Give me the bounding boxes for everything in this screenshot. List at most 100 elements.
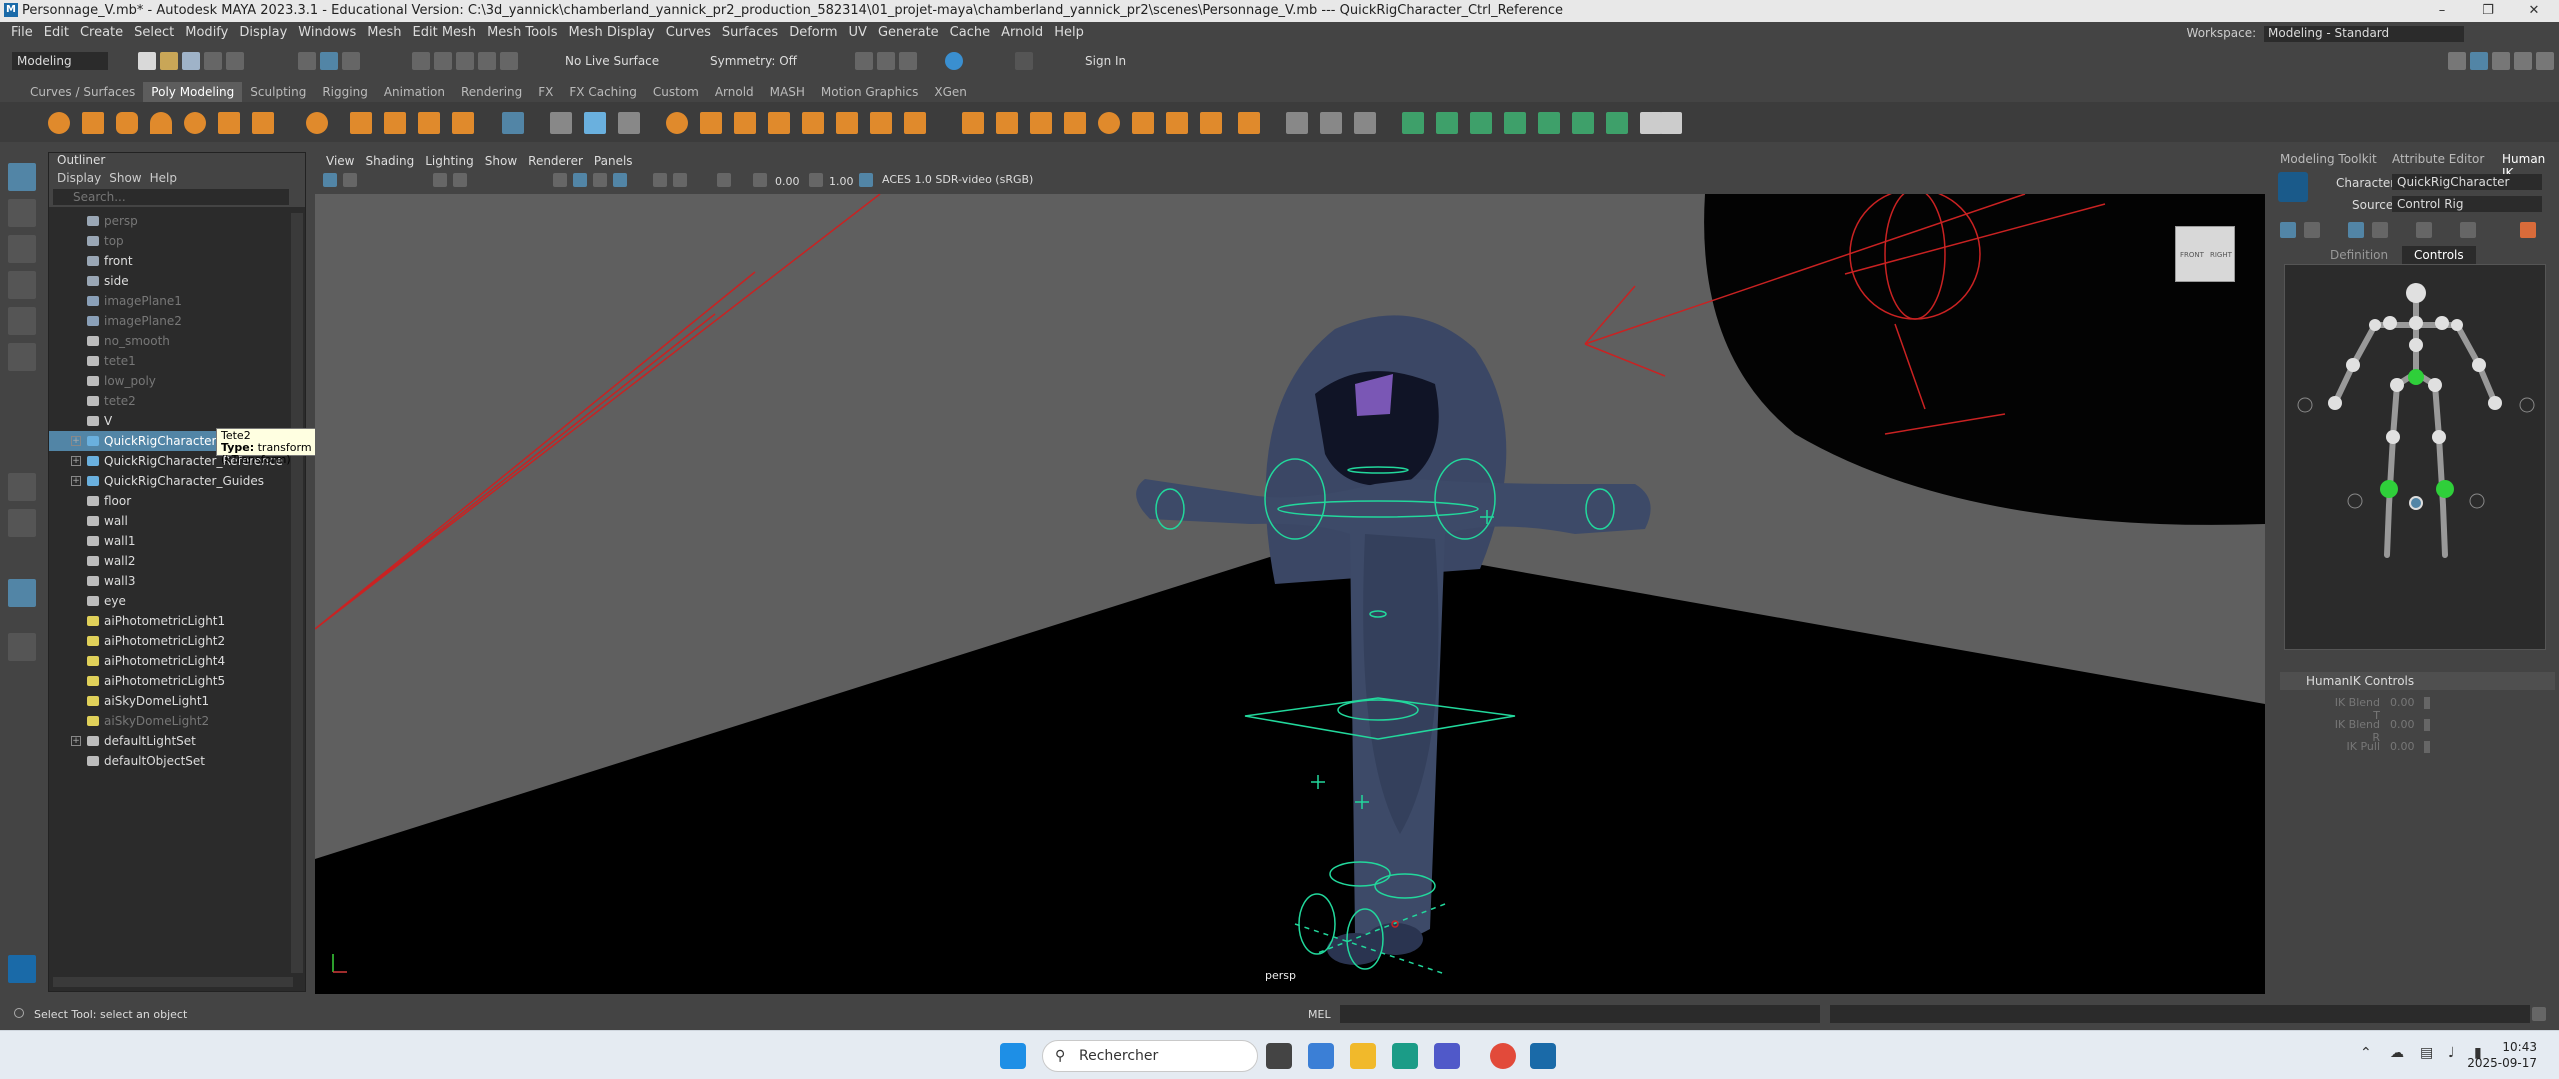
- menu-file[interactable]: File: [11, 25, 33, 40]
- outliner-item[interactable]: defaultObjectSet: [49, 751, 305, 771]
- outliner-item[interactable]: aiSkyDomeLight1: [49, 691, 305, 711]
- menu-edit[interactable]: Edit: [44, 25, 69, 40]
- snap-point-icon[interactable]: [456, 52, 474, 70]
- outliner-menu-show[interactable]: Show: [109, 171, 141, 185]
- rotate-tool-icon[interactable]: [8, 307, 36, 335]
- pause-icon[interactable]: [1015, 52, 1033, 70]
- poly-cube-icon[interactable]: [82, 112, 104, 134]
- outliner-scrollbar[interactable]: [291, 213, 303, 973]
- redo-icon[interactable]: [226, 52, 244, 70]
- uv-checker-icon[interactable]: [1640, 112, 1662, 134]
- separate-icon[interactable]: [584, 112, 606, 134]
- smooth-shade-icon[interactable]: [573, 173, 587, 187]
- combine-icon[interactable]: [666, 112, 688, 134]
- outliner-item[interactable]: wall1: [49, 531, 305, 551]
- edge-icon[interactable]: [1392, 1043, 1418, 1069]
- select-component-icon[interactable]: [342, 52, 360, 70]
- layout-channel-icon[interactable]: [2536, 52, 2554, 70]
- snap-grid-icon[interactable]: [412, 52, 430, 70]
- ipr-render-icon[interactable]: [877, 52, 895, 70]
- outliner-item[interactable]: top: [49, 231, 305, 251]
- outliner-item[interactable]: wall2: [49, 551, 305, 571]
- move-tool-icon[interactable]: [8, 271, 36, 299]
- poly-torus-icon[interactable]: [184, 112, 206, 134]
- volume-icon[interactable]: ♩: [2448, 1045, 2455, 1061]
- select-tool-icon[interactable]: [8, 163, 36, 191]
- outliner-item[interactable]: aiSkyDomeLight2: [49, 711, 305, 731]
- menu-mesh[interactable]: Mesh: [367, 25, 401, 40]
- outliner-item[interactable]: aiPhotometricLight4: [49, 651, 305, 671]
- shelf-tab-custom[interactable]: Custom: [645, 82, 707, 102]
- workspace-selector[interactable]: Workspace: Modeling - Standard: [2187, 26, 2464, 42]
- extract-icon[interactable]: [700, 112, 722, 134]
- expand-icon[interactable]: +: [71, 456, 81, 466]
- gamma-value[interactable]: 1.00: [829, 175, 854, 188]
- layout-outliner-icon[interactable]: [2514, 52, 2532, 70]
- outliner-item[interactable]: imagePlane1: [49, 291, 305, 311]
- uv-planar-icon[interactable]: [1402, 112, 1424, 134]
- symmetry-dropdown[interactable]: Symmetry: Off: [705, 52, 805, 70]
- maya-home-icon[interactable]: [8, 955, 36, 983]
- poly-cylinder-icon[interactable]: [116, 112, 138, 134]
- snap-view-icon[interactable]: [478, 52, 496, 70]
- exposure-icon[interactable]: [753, 173, 767, 187]
- retopo-icon[interactable]: [870, 112, 892, 134]
- textured-icon[interactable]: [593, 173, 607, 187]
- menu-generate[interactable]: Generate: [878, 25, 939, 40]
- taskbar-clock[interactable]: 10:43 2025-09-17: [2467, 1039, 2537, 1071]
- slider-handle[interactable]: [2424, 741, 2430, 753]
- ik-select-icon[interactable]: [2280, 222, 2296, 238]
- viewcube-right[interactable]: RIGHT: [2210, 251, 2232, 259]
- wireframe-icon[interactable]: [553, 173, 567, 187]
- vp-menu-renderer[interactable]: Renderer: [528, 154, 583, 168]
- outliner-layout-icon[interactable]: [8, 579, 36, 607]
- shelf-tab-motion-graphics[interactable]: Motion Graphics: [813, 82, 927, 102]
- ik-settings-icon[interactable]: [2520, 222, 2536, 238]
- outliner-menu-help[interactable]: Help: [150, 171, 177, 185]
- expand-icon[interactable]: +: [71, 736, 81, 746]
- sign-in-button[interactable]: Sign In: [1080, 52, 1200, 70]
- svg-icon[interactable]: [452, 112, 474, 134]
- platonic-icon[interactable]: [306, 112, 328, 134]
- render-icon[interactable]: [855, 52, 873, 70]
- ik-pin-icon[interactable]: [2460, 222, 2476, 238]
- poly-disc-icon[interactable]: [252, 112, 274, 134]
- super-shape-icon[interactable]: [350, 112, 372, 134]
- sculpt-icon[interactable]: [1286, 112, 1308, 134]
- relax-icon[interactable]: [1354, 112, 1376, 134]
- viewcube-icon[interactable]: FRONT RIGHT: [2175, 226, 2235, 282]
- shelf-tab-fx-caching[interactable]: FX Caching: [561, 82, 644, 102]
- color-mgmt-icon[interactable]: [859, 173, 873, 187]
- uv-spherical-icon[interactable]: [1470, 112, 1492, 134]
- shadows-icon[interactable]: [653, 173, 667, 187]
- hik-controls-header[interactable]: HumanIK Controls: [2280, 672, 2555, 690]
- slider-value[interactable]: 0.00: [2390, 718, 2415, 731]
- file-explorer-icon[interactable]: [1350, 1043, 1376, 1069]
- menu-surfaces[interactable]: Surfaces: [722, 25, 778, 40]
- viewcube-front[interactable]: FRONT: [2180, 251, 2204, 259]
- close-icon[interactable]: ✕: [2511, 0, 2557, 22]
- task-view-icon[interactable]: [1266, 1043, 1292, 1069]
- uv-layout-icon[interactable]: [1606, 112, 1628, 134]
- ik-selection-icon[interactable]: [2372, 222, 2388, 238]
- slider-value[interactable]: 0.00: [2390, 696, 2415, 709]
- shelf-tab-sculpting[interactable]: Sculpting: [242, 82, 314, 102]
- extrude-icon[interactable]: [962, 112, 984, 134]
- outliner-item[interactable]: + defaultLightSet: [49, 731, 305, 751]
- uv-auto-icon[interactable]: [1504, 112, 1526, 134]
- workspace-dropdown[interactable]: Modeling - Standard: [2264, 26, 2464, 42]
- chevron-up-icon[interactable]: ⌃: [2360, 1045, 2372, 1061]
- scale-tool-icon[interactable]: [8, 343, 36, 371]
- ik-key-all-icon[interactable]: [2416, 222, 2432, 238]
- outliner-item[interactable]: low_poly: [49, 371, 305, 391]
- isolate-icon[interactable]: [717, 173, 731, 187]
- outliner-item[interactable]: aiPhotometricLight2: [49, 631, 305, 651]
- xray-icon[interactable]: [673, 173, 687, 187]
- select-hierarchy-icon[interactable]: [298, 52, 316, 70]
- arnold-render-icon[interactable]: [945, 52, 963, 70]
- bridge-icon[interactable]: [996, 112, 1018, 134]
- subtab-definition[interactable]: Definition: [2330, 248, 2388, 262]
- shelf-tab-fx[interactable]: FX: [530, 82, 561, 102]
- menu-deform[interactable]: Deform: [789, 25, 837, 40]
- outliner-item[interactable]: tete1: [49, 351, 305, 371]
